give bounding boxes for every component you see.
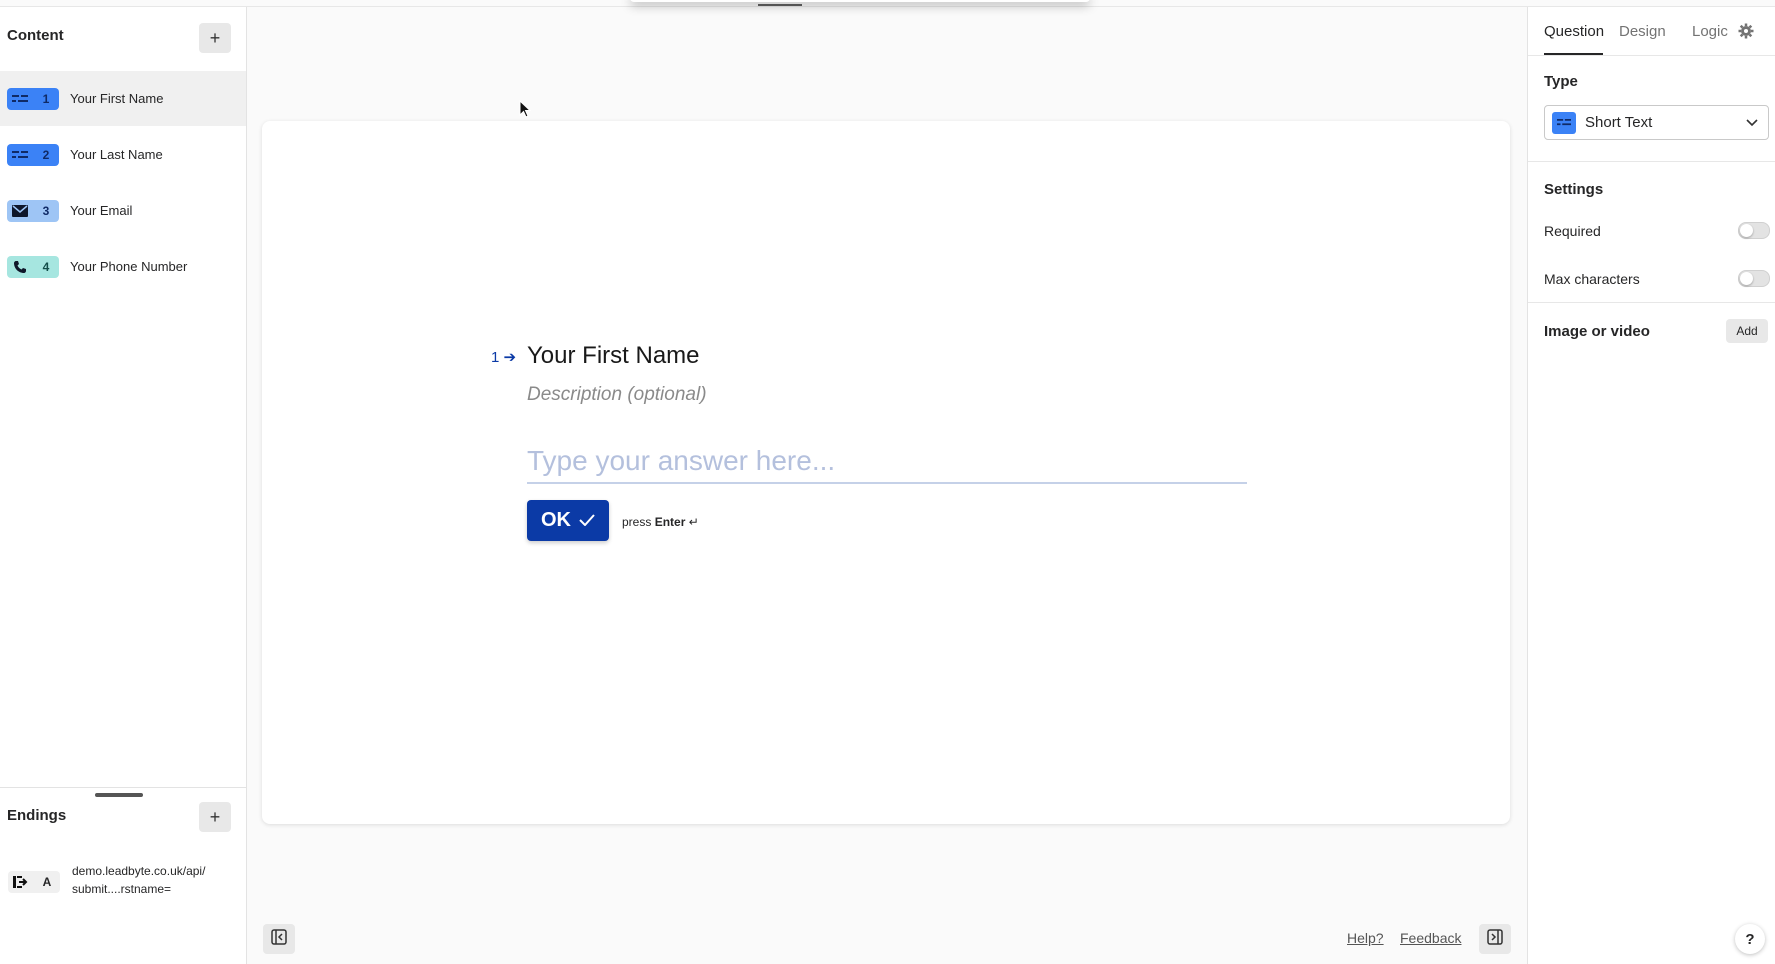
press-enter-hint: press Enter ↵	[622, 515, 699, 529]
mouse-cursor	[519, 99, 532, 123]
endings-heading: Endings	[7, 807, 67, 824]
type-heading: Type	[1544, 73, 1578, 90]
mail-icon	[7, 204, 33, 217]
question-description[interactable]: Description (optional)	[527, 384, 707, 406]
answer-input[interactable]	[527, 440, 1247, 484]
question-title[interactable]: Your First Name	[527, 342, 700, 370]
check-icon	[579, 509, 595, 532]
question-number: 4	[42, 259, 50, 274]
question-label: Your Email	[70, 203, 133, 218]
enter-icon: ↵	[688, 515, 699, 529]
tab-logic[interactable]: Logic	[1692, 23, 1728, 40]
help-link[interactable]: Help?	[1347, 930, 1384, 946]
question-item-3[interactable]: 3 Your Email	[0, 183, 246, 238]
content-sidebar: Content + 1 Your First Name 2 Your Last …	[0, 7, 247, 964]
tab-divider	[1528, 55, 1775, 56]
question-item-1[interactable]: 1 Your First Name	[0, 71, 246, 126]
collapse-right-panel-button[interactable]	[1479, 924, 1511, 954]
section-divider	[0, 787, 246, 788]
question-number: 3	[42, 203, 50, 218]
question-number-indicator: 1 ➔	[491, 349, 517, 366]
question-badge: 3	[7, 199, 59, 222]
question-badge: 1	[7, 87, 59, 110]
phone-icon	[7, 260, 33, 274]
question-settings-panel: Question Design Logic Type Short Text Se…	[1527, 7, 1775, 964]
ok-button[interactable]: OK	[527, 500, 609, 541]
divider	[1528, 302, 1775, 303]
ending-item-a[interactable]: A demo.leadbyte.co.uk/api/ submit....rst…	[0, 862, 246, 912]
add-question-button[interactable]: +	[199, 23, 231, 53]
ok-label: OK	[541, 509, 571, 531]
question-item-2[interactable]: 2 Your Last Name	[0, 127, 246, 182]
question-item-4[interactable]: 4 Your Phone Number	[0, 239, 246, 294]
tab-question[interactable]: Question	[1544, 23, 1604, 40]
ending-url-line1: demo.leadbyte.co.uk/api/	[72, 864, 206, 878]
help-button[interactable]: ?	[1735, 924, 1765, 954]
required-toggle[interactable]	[1738, 222, 1770, 239]
panel-right-icon	[1487, 928, 1503, 950]
image-or-video-label: Image or video	[1544, 323, 1650, 340]
tab-design[interactable]: Design	[1619, 23, 1666, 40]
type-value: Short Text	[1585, 114, 1653, 131]
top-shadow-popover	[630, 0, 1090, 2]
feedback-link[interactable]: Feedback	[1400, 930, 1461, 946]
type-select[interactable]: Short Text	[1544, 105, 1769, 140]
top-indicator	[758, 4, 802, 6]
question-number: 1	[42, 91, 50, 106]
ending-url: demo.leadbyte.co.uk/api/ submit....rstna…	[72, 862, 232, 898]
divider	[1528, 161, 1775, 162]
collapse-left-panel-button[interactable]	[263, 924, 295, 954]
add-media-button[interactable]: Add	[1726, 319, 1768, 343]
question-number: 2	[42, 147, 50, 162]
ending-url-line2: submit....rstname=	[72, 882, 172, 896]
max-characters-toggle[interactable]	[1738, 270, 1770, 287]
panel-left-icon	[271, 928, 287, 950]
add-ending-button[interactable]: +	[199, 802, 231, 832]
question-label: Your First Name	[70, 91, 164, 106]
redirect-icon	[8, 875, 34, 889]
question-label: Your Phone Number	[70, 259, 188, 274]
content-heading: Content	[7, 27, 64, 44]
ending-letter: A	[42, 875, 52, 889]
resize-handle[interactable]	[95, 793, 143, 797]
settings-heading: Settings	[1544, 181, 1604, 198]
question-badge: 4	[7, 255, 59, 278]
gear-icon[interactable]	[1738, 23, 1754, 44]
required-label: Required	[1544, 223, 1601, 239]
short-text-icon	[7, 94, 33, 104]
ending-badge: A	[8, 871, 60, 893]
short-text-icon	[1552, 111, 1576, 134]
arrow-right-icon: ➔	[503, 349, 517, 366]
question-badge: 2	[7, 143, 59, 166]
chevron-down-icon	[1746, 114, 1758, 132]
question-label: Your Last Name	[70, 147, 163, 162]
max-characters-label: Max characters	[1544, 271, 1640, 287]
top-bar	[0, 0, 1775, 7]
short-text-icon	[7, 150, 33, 160]
